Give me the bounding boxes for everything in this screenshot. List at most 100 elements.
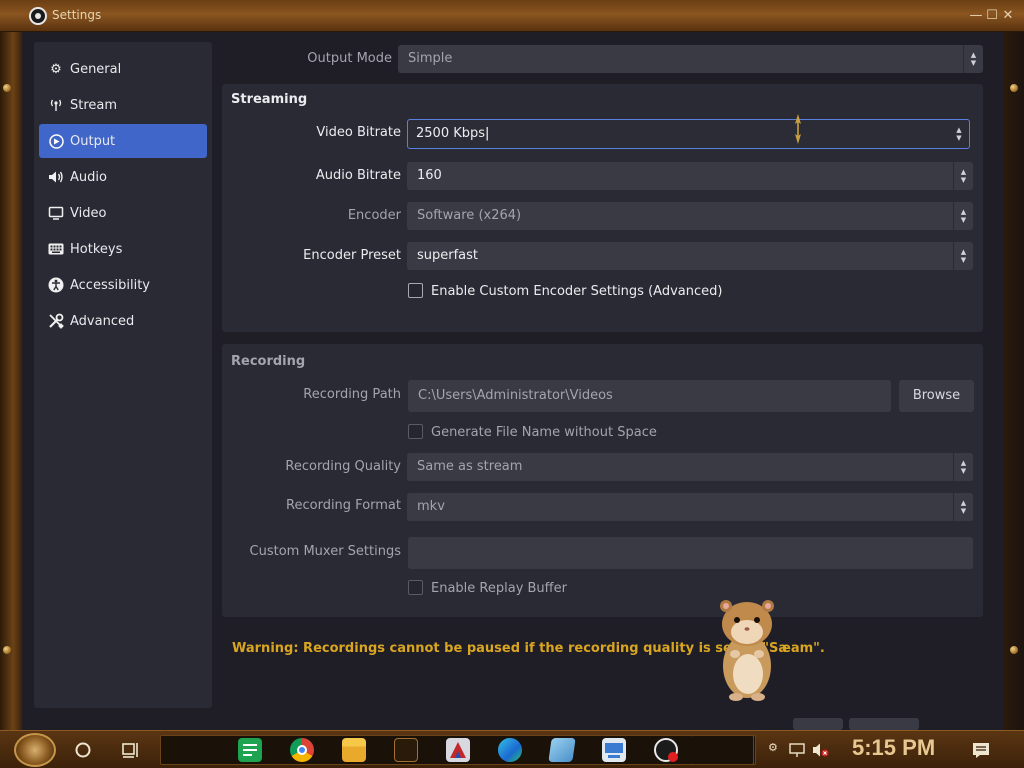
recording-format-select[interactable]: mkv ▲ ▼	[407, 493, 973, 521]
recording-path-value: C:\Users\Administrator\Videos	[418, 388, 613, 403]
sidebar-item-audio[interactable]: Audio	[39, 160, 207, 194]
streaming-panel: Streaming Video Bitrate 2500 Kbps| ▲ ▼ Au…	[222, 84, 983, 332]
obs-logo-icon	[29, 7, 47, 25]
select-arrows-icon: ▲ ▼	[953, 453, 973, 481]
select-arrows-icon: ▲ ▼	[963, 45, 983, 73]
edge-icon[interactable]	[498, 738, 522, 762]
sidebar-item-video[interactable]: Video	[39, 196, 207, 230]
encoder-preset-value: superfast	[417, 248, 479, 263]
settings-window: ⚙ General Stream Output Audio Video Hotk…	[22, 32, 1004, 730]
network-icon[interactable]	[789, 742, 805, 758]
taskbar: ⚙ 5:15 PM	[0, 730, 1024, 768]
settings-sidebar: ⚙ General Stream Output Audio Video Hotk…	[34, 42, 212, 708]
recording-format-label: Recording Format	[286, 498, 401, 513]
output-mode-label: Output Mode	[307, 51, 392, 66]
encoder-preset-select[interactable]: superfast ▲ ▼	[407, 242, 973, 270]
select-arrows-icon: ▲ ▼	[953, 202, 973, 230]
video-bitrate-input[interactable]: 2500 Kbps| ▲ ▼	[407, 119, 970, 149]
decorative-frame-right	[1004, 32, 1024, 730]
streaming-section-title: Streaming	[231, 92, 308, 107]
recording-quality-value: Same as stream	[417, 459, 523, 474]
close-button[interactable]: ✕	[1001, 8, 1015, 24]
sidebar-item-output[interactable]: Output	[39, 124, 207, 158]
encoder-value: Software (x264)	[417, 208, 522, 223]
output-mode-select[interactable]: Simple ▲ ▼	[398, 45, 983, 73]
sidebar-item-label: Output	[70, 133, 116, 149]
output-settings-content: Output Mode Simple ▲ ▼ Streaming Video Bi…	[222, 32, 1004, 730]
decorative-frame-left	[0, 32, 22, 730]
custom-muxer-label: Custom Muxer Settings	[249, 544, 401, 559]
replay-buffer-checkbox[interactable]	[408, 580, 423, 595]
video-bitrate-value: 2500 Kbps	[416, 126, 486, 141]
custom-muxer-input[interactable]	[408, 537, 973, 569]
speaker-icon	[48, 169, 64, 185]
recording-pause-warning: Warning: Recordings cannot be paused if …	[232, 641, 788, 656]
encoder-preset-label: Encoder Preset	[303, 248, 401, 263]
keyboard-icon	[48, 241, 64, 257]
sidebar-item-label: Advanced	[70, 313, 135, 329]
recording-quality-select[interactable]: Same as stream ▲ ▼	[407, 453, 973, 481]
output-icon	[48, 133, 64, 149]
start-button[interactable]	[14, 733, 56, 767]
select-arrows-icon: ▲ ▼	[953, 162, 973, 190]
no-space-checkbox[interactable]	[408, 424, 423, 439]
search-circle-icon[interactable]	[74, 741, 92, 759]
notepad-icon[interactable]	[548, 738, 576, 762]
sidebar-item-label: Stream	[70, 97, 118, 113]
volume-muted-icon[interactable]	[812, 742, 830, 758]
gear-icon: ⚙	[50, 61, 62, 77]
video-bitrate-label: Video Bitrate	[316, 125, 401, 140]
ok-button[interactable]	[793, 718, 843, 730]
replay-buffer-label: Enable Replay Buffer	[431, 581, 567, 596]
title-bar: Settings — ☐ ✕	[0, 0, 1024, 32]
sidebar-item-label: Audio	[70, 169, 107, 185]
sidebar-item-hotkeys[interactable]: Hotkeys	[39, 232, 207, 266]
recording-path-input[interactable]: C:\Users\Administrator\Videos	[408, 380, 891, 412]
sidebar-item-advanced[interactable]: Advanced	[39, 304, 207, 338]
recording-section-title: Recording	[231, 354, 306, 369]
notifications-icon[interactable]	[972, 741, 990, 759]
maximize-button[interactable]: ☐	[985, 8, 999, 24]
sidebar-item-stream[interactable]: Stream	[39, 88, 207, 122]
tools-icon	[48, 313, 64, 329]
spinbox-arrows-icon[interactable]: ▲ ▼	[949, 120, 969, 148]
recording-format-value: mkv	[417, 499, 445, 514]
audio-bitrate-select[interactable]: 160 ▲ ▼	[407, 162, 973, 190]
sidebar-item-label: Video	[70, 205, 107, 221]
network-app-icon[interactable]	[602, 738, 626, 762]
select-arrows-icon: ▲ ▼	[953, 242, 973, 270]
hamster-sticker-icon	[720, 600, 774, 701]
window-title: Settings	[52, 8, 102, 22]
audio-bitrate-value: 160	[417, 168, 442, 183]
browse-button[interactable]: Browse	[899, 380, 974, 412]
sidebar-item-label: Accessibility	[70, 277, 150, 293]
encoder-select[interactable]: Software (x264) ▲ ▼	[407, 202, 973, 230]
resize-cursor-icon	[795, 114, 801, 144]
accessibility-icon	[48, 277, 64, 293]
recording-path-label: Recording Path	[303, 387, 401, 402]
folder-icon[interactable]	[342, 738, 366, 762]
sidebar-item-label: Hotkeys	[70, 241, 123, 257]
encoder-label: Encoder	[347, 208, 401, 223]
chrome-icon[interactable]	[290, 738, 314, 762]
select-arrows-icon: ▲ ▼	[953, 493, 973, 521]
app-icon[interactable]	[446, 738, 470, 762]
sheets-icon[interactable]	[238, 738, 262, 762]
output-mode-value: Simple	[408, 51, 453, 66]
sidebar-item-general[interactable]: ⚙ General	[39, 52, 207, 86]
sidebar-item-accessibility[interactable]: Accessibility	[39, 268, 207, 302]
tray-overflow-icon[interactable]: ⚙	[768, 741, 778, 754]
task-view-icon[interactable]	[121, 741, 141, 759]
custom-encoder-checkbox[interactable]	[408, 283, 423, 298]
taskbar-spacer	[692, 735, 754, 765]
taskbar-clock[interactable]: 5:15 PM	[852, 735, 935, 761]
no-space-label: Generate File Name without Space	[431, 425, 657, 440]
minimize-button[interactable]: —	[969, 8, 983, 24]
recording-quality-label: Recording Quality	[285, 459, 401, 474]
obs-icon[interactable]	[654, 738, 678, 762]
cancel-button[interactable]	[849, 718, 919, 730]
antenna-icon	[48, 97, 64, 113]
media-icon[interactable]	[394, 738, 418, 762]
recording-panel: Recording Recording Path C:\Users\Admini…	[222, 344, 983, 617]
recording-pause-warning-tail: eam".	[782, 641, 825, 656]
